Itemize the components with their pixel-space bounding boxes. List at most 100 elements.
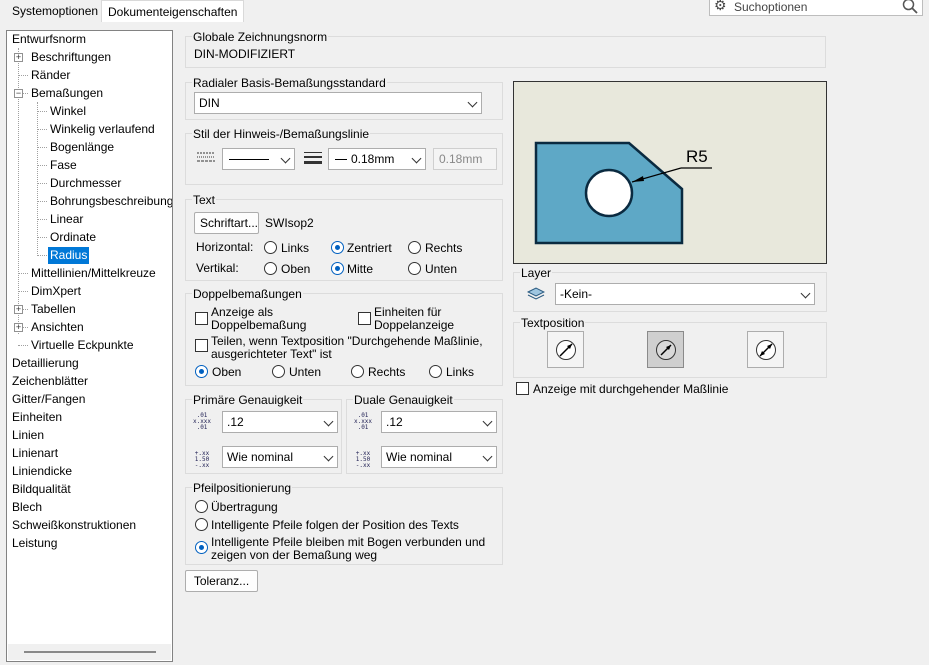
expand-icon[interactable]: +	[14, 53, 23, 62]
tree-item-bemassungen[interactable]: Bemaßungen	[29, 85, 105, 102]
preview-drawing: R5	[534, 141, 712, 245]
search-icon[interactable]	[902, 0, 918, 14]
tree-item-beschriftungen[interactable]: Beschriftungen	[29, 49, 113, 66]
tree-item-schweisskonstruktionen[interactable]: Schweißkonstruktionen	[10, 517, 138, 534]
tree-item-ordinate[interactable]: Ordinate	[48, 229, 98, 246]
checkbox-through-line[interactable]	[516, 382, 529, 395]
tree-item-linien[interactable]: Linien	[10, 427, 46, 444]
layer-value: -Kein-	[560, 287, 593, 301]
dual-oben-label: Oben	[212, 365, 242, 379]
tree-item-entwurfsnorm[interactable]: Entwurfsnorm	[10, 31, 88, 48]
tree-item-virtuelle-eckpunkte[interactable]: Virtuelle Eckpunkte	[29, 337, 136, 354]
tree-item-tabellen[interactable]: Tabellen	[29, 301, 78, 318]
tree-item-linienart[interactable]: Linienart	[10, 445, 60, 462]
text-position-horizontal-button[interactable]	[747, 331, 784, 368]
tree-item-mittellinien[interactable]: Mittellinien/Mittelkreuze	[29, 265, 158, 282]
dual-precision-select[interactable]: .12	[381, 411, 497, 433]
checkbox-dual-units[interactable]	[358, 312, 371, 325]
chevron-down-icon	[280, 153, 291, 164]
radio-arrow-stay-with-arc[interactable]	[195, 541, 208, 554]
chevron-down-icon	[323, 451, 334, 462]
arrow-positioning-title: Pfeilpositionierung	[192, 481, 293, 495]
text-position-inline-button[interactable]	[547, 331, 584, 368]
scrollbar-thumb[interactable]	[24, 651, 156, 653]
global-norm-value: DIN-MODIFIZIERT	[194, 47, 296, 61]
text-position-aligned-icon	[656, 340, 676, 360]
line-style-icon	[197, 152, 215, 162]
tolerance-button[interactable]: Toleranz...	[185, 570, 258, 592]
text-position-aligned-button[interactable]	[647, 331, 684, 368]
global-norm-title: Globale Zeichnungsnorm	[192, 30, 329, 44]
radio-dual-unten[interactable]	[272, 365, 285, 378]
primary-tolerance-select[interactable]: Wie nominal	[222, 446, 338, 468]
line-sample	[229, 159, 269, 160]
radio-dual-oben[interactable]	[195, 365, 208, 378]
chevron-down-icon	[411, 153, 422, 164]
options-tree[interactable]: + − + + Entwurfsnorm Beschriftungen Ränd…	[6, 30, 173, 662]
primary-precision-select[interactable]: .12	[222, 411, 338, 433]
tree-item-einheiten[interactable]: Einheiten	[10, 409, 64, 426]
tree-item-winkelig-verlaufend[interactable]: Winkelig verlaufend	[48, 121, 157, 138]
radio-horizontal-rechts[interactable]	[408, 241, 421, 254]
thickness-sample	[335, 159, 347, 160]
chevron-down-icon	[467, 97, 478, 108]
layer-select[interactable]: -Kein-	[555, 283, 815, 305]
tab-dokumenteigenschaften[interactable]: Dokumenteigenschaften	[101, 0, 245, 22]
collapse-icon[interactable]: −	[14, 89, 23, 98]
tree-item-linear[interactable]: Linear	[48, 211, 85, 228]
dual-links-label: Links	[446, 365, 475, 379]
tree-item-zeichenblaetter[interactable]: Zeichenblätter	[10, 373, 90, 390]
tree-item-bogenlaenge[interactable]: Bogenlänge	[48, 139, 116, 156]
tree-item-detaillierung[interactable]: Detaillierung	[10, 355, 81, 372]
tree-item-bildqualitaet[interactable]: Bildqualität	[10, 481, 73, 498]
tree-item-dimxpert[interactable]: DimXpert	[29, 283, 83, 300]
line-thickness-custom-field[interactable]: 0.18mm	[433, 148, 497, 170]
radio-arrow-follow-text[interactable]	[195, 518, 208, 531]
through-line-label: Anzeige mit durchgehender Maßlinie	[533, 382, 729, 396]
line-style-title: Stil der Hinweis-/Bemaßungslinie	[192, 127, 371, 141]
tree-item-liniendicke[interactable]: Liniendicke	[10, 463, 74, 480]
radio-horizontal-zentriert[interactable]	[331, 241, 344, 254]
font-button[interactable]: Schriftart...	[194, 212, 259, 234]
radio-vertical-unten[interactable]	[408, 262, 421, 275]
tree-item-winkel[interactable]: Winkel	[48, 103, 88, 120]
line-thickness-select[interactable]: 0.18mm	[328, 148, 426, 170]
line-style-select[interactable]	[222, 148, 295, 170]
radio-arrow-uebertragung[interactable]	[195, 500, 208, 513]
tree-item-durchmesser[interactable]: Durchmesser	[48, 175, 123, 192]
radio-vertical-oben[interactable]	[264, 262, 277, 275]
tree-item-ansichten[interactable]: Ansichten	[29, 319, 86, 336]
chevron-down-icon	[800, 288, 811, 299]
radio-dual-links[interactable]	[429, 365, 442, 378]
arrow-option-3-label-2: zeigen von der Bemaßung weg	[211, 548, 378, 562]
tree-item-fase[interactable]: Fase	[48, 157, 79, 174]
expand-icon[interactable]: +	[14, 305, 23, 314]
chevron-down-icon	[323, 416, 334, 427]
expand-icon[interactable]: +	[14, 323, 23, 332]
dual-unten-label: Unten	[289, 365, 322, 379]
tree-item-gitter-fangen[interactable]: Gitter/Fangen	[10, 391, 87, 408]
horizontal-links-label: Links	[281, 241, 310, 255]
radio-dual-rechts[interactable]	[351, 365, 364, 378]
font-name: SWIsop2	[265, 216, 314, 230]
dual-dimensions-title: Doppelbemaßungen	[192, 287, 303, 301]
horizontal-scrollbar[interactable]	[8, 644, 171, 660]
dual-precision-title: Duale Genauigkeit	[353, 393, 454, 407]
checkbox-split-text[interactable]	[195, 339, 208, 352]
dual-tolerance-value: Wie nominal	[386, 450, 453, 464]
text-title: Text	[192, 193, 217, 207]
gear-icon: ⚙	[714, 0, 727, 13]
search-input[interactable]: ⚙ Suchoptionen	[709, 0, 923, 16]
tree-item-bohrungsbeschreibung[interactable]: Bohrungsbeschreibung	[48, 193, 172, 210]
tab-systemoptionen[interactable]: Systemoptionen	[6, 0, 105, 22]
tree-item-blech[interactable]: Blech	[10, 499, 44, 516]
tree-item-radius[interactable]: Radius	[48, 247, 90, 264]
line-thickness-value: 0.18mm	[351, 152, 395, 166]
tree-item-raender[interactable]: Ränder	[29, 67, 72, 84]
radio-vertical-mitte[interactable]	[331, 262, 344, 275]
tree-item-leistung[interactable]: Leistung	[10, 535, 59, 552]
dual-tolerance-select[interactable]: Wie nominal	[381, 446, 497, 468]
radio-horizontal-links[interactable]	[264, 241, 277, 254]
checkbox-show-dual[interactable]	[195, 312, 208, 325]
radial-standard-select[interactable]: DIN	[194, 92, 482, 114]
